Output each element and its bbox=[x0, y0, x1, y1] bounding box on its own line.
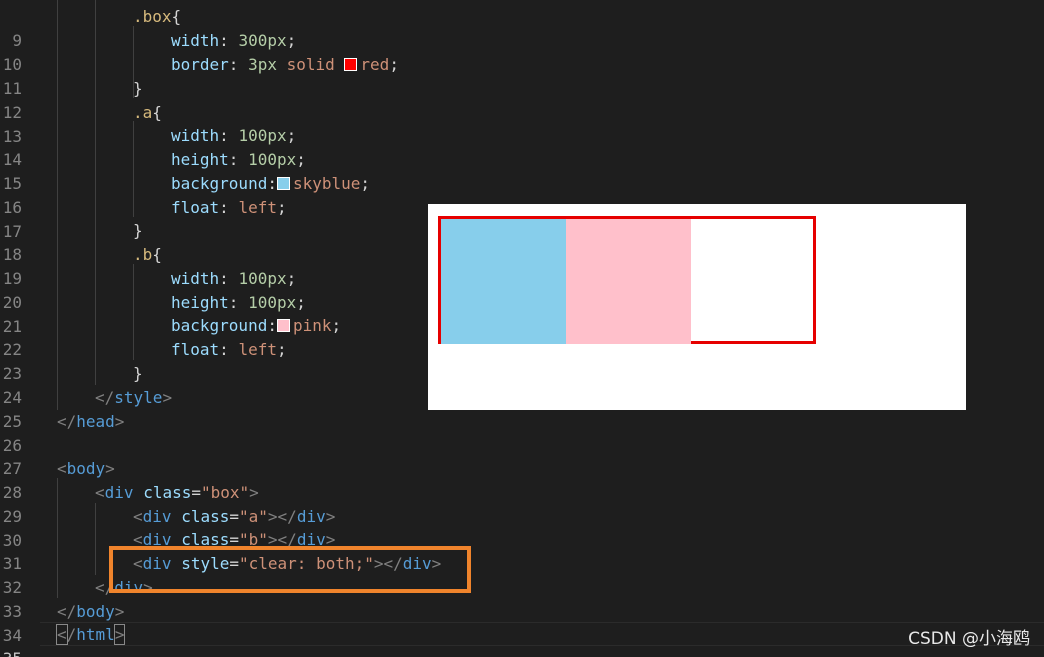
color-swatch-skyblue[interactable] bbox=[276, 177, 290, 190]
browser-preview bbox=[428, 204, 966, 410]
code-line[interactable]: 16 background: skyblue; bbox=[0, 172, 1044, 217]
code-line[interactable]: 12 } bbox=[0, 77, 1044, 122]
preview-box-a bbox=[441, 219, 566, 344]
code-line[interactable]: 28 <body> bbox=[0, 457, 1044, 502]
code-line[interactable]: 29 <div class="box"> bbox=[0, 481, 1044, 526]
code-line-active[interactable]: 35 </html> bbox=[0, 623, 1044, 657]
code-line[interactable]: 15 height: 100px; bbox=[0, 148, 1044, 193]
code-line[interactable]: 30 <div class="a"></div> bbox=[0, 505, 1044, 550]
code-line[interactable]: 10 width: 300px; bbox=[0, 29, 1044, 74]
preview-box-b bbox=[566, 219, 691, 344]
css-selector: .box bbox=[133, 7, 172, 26]
code-line[interactable]: 27 bbox=[0, 433, 1044, 478]
line-number: 35 bbox=[0, 647, 22, 657]
code-line[interactable]: 13 .a{ bbox=[0, 101, 1044, 146]
watermark: CSDN @小海鸥 bbox=[908, 629, 1030, 649]
code-editor[interactable]: 9 .box{ 10 width: 300px; 11 border: 3px … bbox=[0, 0, 1044, 657]
preview-box-container bbox=[438, 216, 816, 344]
code-line[interactable]: 9 .box{ bbox=[0, 5, 1044, 50]
code-line[interactable]: 11 border: 3px solid red; bbox=[0, 53, 1044, 98]
code-line[interactable]: 14 width: 100px; bbox=[0, 124, 1044, 169]
color-swatch-pink[interactable] bbox=[276, 319, 290, 332]
code-line[interactable]: 34 </body> bbox=[0, 600, 1044, 645]
code-line[interactable]: 26 </head> bbox=[0, 410, 1044, 455]
color-swatch-red[interactable] bbox=[344, 58, 358, 71]
annotation-highlight bbox=[109, 546, 471, 593]
